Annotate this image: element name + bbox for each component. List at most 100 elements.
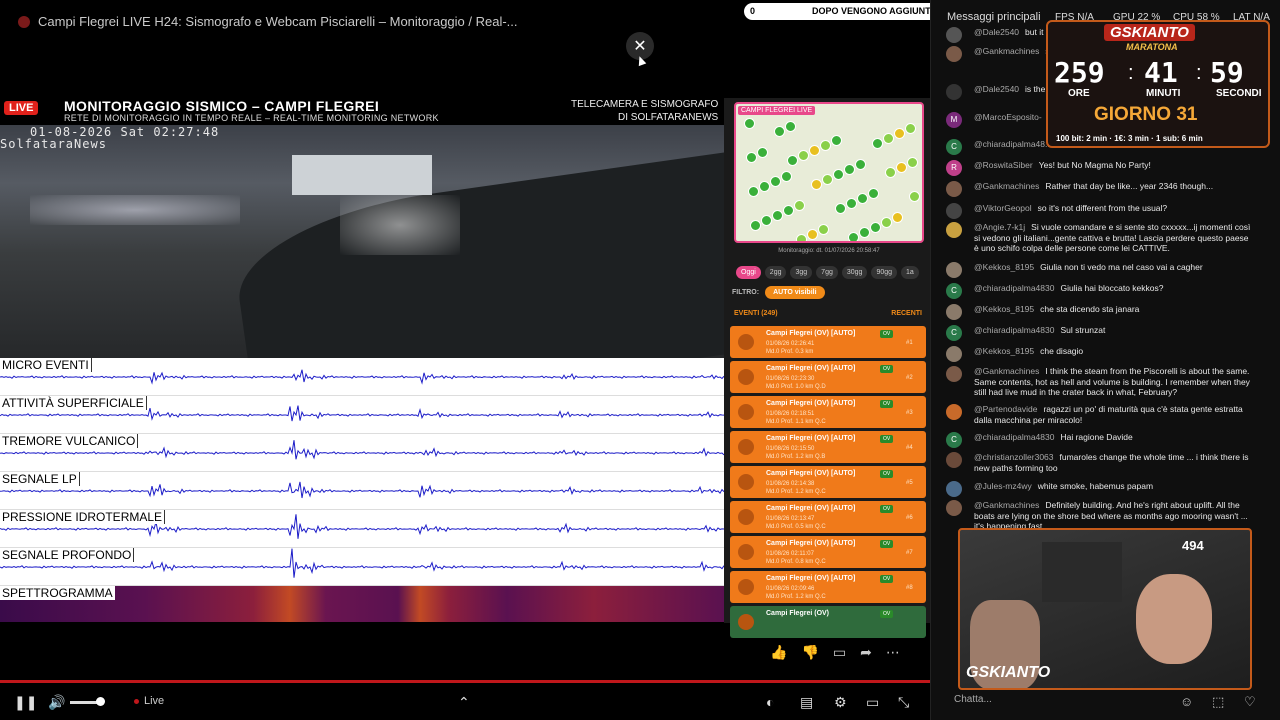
epicenter-dot[interactable]	[907, 157, 918, 168]
fullscreen-icon[interactable]: ⤡	[898, 694, 909, 711]
epicenter-dot[interactable]	[794, 200, 805, 211]
cast-icon[interactable]: ▭	[866, 694, 879, 711]
epicenter-dot[interactable]	[761, 215, 772, 226]
live-indicator[interactable]: Live	[134, 695, 164, 707]
epicenter-dot[interactable]	[770, 176, 781, 187]
epicenter-dot[interactable]	[894, 128, 905, 139]
chat-message[interactable]: @Kekkos_8195 Giulia non ti vedo ma nel ca…	[946, 262, 1252, 278]
epicenter-dot[interactable]	[846, 198, 857, 209]
avatar[interactable]	[946, 404, 962, 420]
epicenter-dot[interactable]	[787, 155, 798, 166]
chat-author[interactable]: @chiaradipalma48...	[974, 139, 1052, 149]
chat-message[interactable]: @Gankmachines Definitely building. And he…	[946, 500, 1252, 532]
chat-author[interactable]: @christianzoller3063	[974, 452, 1054, 462]
chat-message[interactable]: @Jules-mz4wy white smoke, habemus papam	[946, 481, 1252, 497]
epicenter-dot[interactable]	[746, 152, 757, 163]
epicenter-dot[interactable]	[892, 212, 903, 223]
chat-message[interactable]: @Angie.7-k1j Si vuole comandare e si sent…	[946, 222, 1252, 254]
epicenter-dot[interactable]	[822, 174, 833, 185]
chat-author[interactable]: @Gankmachines	[974, 500, 1039, 510]
chat-author[interactable]: @Jules-mz4wy	[974, 481, 1032, 491]
range-tab[interactable]: 7gg	[816, 266, 838, 279]
chat-message[interactable]: C @chiaradipalma4830 Giulia hai bloccato k…	[946, 283, 1252, 299]
chat-author[interactable]: @RoswitaSiber	[974, 160, 1033, 170]
chat-author[interactable]: @Kekkos_8195	[974, 304, 1034, 314]
events-sort[interactable]: RECENTI	[891, 310, 922, 324]
chat-author[interactable]: @Kekkos_8195	[974, 262, 1034, 272]
chat-input[interactable]: Chatta...	[944, 688, 1174, 712]
range-tab[interactable]: 90gg	[871, 266, 898, 279]
volume-knob[interactable]	[96, 697, 105, 706]
epicenter-dot[interactable]	[750, 220, 761, 231]
epicenter-dot[interactable]	[811, 179, 822, 190]
epicenter-dot[interactable]	[783, 205, 794, 216]
event-card[interactable]: Campi Flegrei (OV) [AUTO] 01/08/26 02:09:…	[730, 571, 926, 603]
epicenter-dot[interactable]	[909, 191, 920, 202]
epicenter-dot[interactable]	[809, 145, 820, 156]
avatar[interactable]: C	[946, 325, 962, 341]
chat-message[interactable]: C @chiaradipalma4830 Hai ragione Davide	[946, 432, 1252, 448]
epicenter-dot[interactable]	[855, 159, 866, 170]
event-card[interactable]: Campi Flegrei (OV) [AUTO] 01/08/26 02:14:…	[730, 466, 926, 498]
epicenter-dot[interactable]	[868, 188, 879, 199]
chat-message[interactable]: C @chiaradipalma4830 Sul strunzat	[946, 325, 1252, 341]
filter-toggle[interactable]: AUTO visibili	[765, 286, 825, 299]
avatar[interactable]	[946, 84, 962, 100]
chat-author[interactable]: @chiaradipalma4830	[974, 432, 1054, 442]
video-title[interactable]: Campi Flegrei LIVE H24: Sismografo e Web…	[38, 14, 518, 29]
chat-message[interactable]: @christianzoller3063 fumaroles change the…	[946, 452, 1252, 473]
more-icon[interactable]: ⋯	[886, 644, 900, 661]
epicenter-dot[interactable]	[848, 232, 859, 241]
event-card[interactable]: Campi Flegrei (OV) [AUTO] 01/08/26 02:11:…	[730, 536, 926, 568]
epicenter-dot[interactable]	[883, 133, 894, 144]
epicenter-dot[interactable]	[872, 138, 883, 149]
epicenter-dot[interactable]	[835, 203, 846, 214]
range-tab[interactable]: 1a	[901, 266, 919, 279]
chat-author[interactable]: @chiaradipalma4830	[974, 325, 1054, 335]
avatar[interactable]	[946, 262, 962, 278]
epicenter-dot[interactable]	[820, 140, 831, 151]
chat-author[interactable]: @chiaradipalma4830	[974, 283, 1054, 293]
epicenter-dot[interactable]	[774, 126, 785, 137]
avatar[interactable]	[946, 366, 962, 382]
epicenter-dot[interactable]	[796, 234, 807, 241]
chat-message[interactable]: @Kekkos_8195 che disagio	[946, 346, 1252, 362]
like-icon[interactable]: 👍	[770, 644, 787, 661]
chat-author[interactable]: @Gankmachines	[974, 181, 1039, 191]
avatar[interactable]: C	[946, 139, 962, 155]
epicenter-dot[interactable]	[785, 121, 796, 132]
chat-author[interactable]: @Angie.7-k1j	[974, 222, 1025, 232]
epicenter-dot[interactable]	[781, 171, 792, 182]
epicenter-dot[interactable]	[807, 229, 818, 240]
chat-message[interactable]: @ViktorGeopol so it's not different from …	[946, 203, 1252, 219]
avatar[interactable]	[946, 203, 962, 219]
range-tab[interactable]: Oggi	[736, 266, 761, 279]
chat-author[interactable]: @Gankmachines	[974, 46, 1039, 56]
epicenter-dot[interactable]	[772, 210, 783, 221]
progress-bar[interactable]	[0, 680, 930, 683]
share-icon[interactable]: ➦	[860, 644, 872, 661]
event-card[interactable]: Campi Flegrei (OV) [AUTO] 01/08/26 02:15:…	[730, 431, 926, 463]
epicenter-dot[interactable]	[833, 169, 844, 180]
heart-icon[interactable]: ♡	[1244, 694, 1256, 710]
epicenter-dot[interactable]	[859, 227, 870, 238]
chat-author[interactable]: @Gankmachines	[974, 366, 1039, 376]
chevron-up-icon[interactable]: ⌃	[458, 694, 470, 711]
chat-message[interactable]: @Partenodavide ragazzi un po' di maturità…	[946, 404, 1252, 425]
event-card[interactable]: Campi Flegrei (OV) OV	[730, 606, 926, 638]
epicenter-dot[interactable]	[870, 222, 881, 233]
epicenter-dot[interactable]	[844, 164, 855, 175]
gift-icon[interactable]: ⬚	[1212, 694, 1224, 710]
chat-message[interactable]: @Gankmachines I think the steam from the …	[946, 366, 1252, 398]
avatar[interactable]	[946, 346, 962, 362]
event-card[interactable]: Campi Flegrei (OV) [AUTO] 01/08/26 02:23:…	[730, 361, 926, 393]
avatar[interactable]: R	[946, 160, 962, 176]
epicenter-dot[interactable]	[896, 162, 907, 173]
avatar[interactable]	[946, 222, 962, 238]
chat-message[interactable]: R @RoswitaSiber Yes! but No Magma No Party…	[946, 160, 1252, 176]
comment-icon[interactable]: ▭	[833, 644, 846, 661]
epicenter-dot[interactable]	[757, 147, 768, 158]
chat-author[interactable]: @MarcoEsposito-	[974, 112, 1042, 122]
channel-avatar[interactable]	[18, 15, 30, 28]
subtitles-icon[interactable]: ▤	[800, 694, 813, 711]
